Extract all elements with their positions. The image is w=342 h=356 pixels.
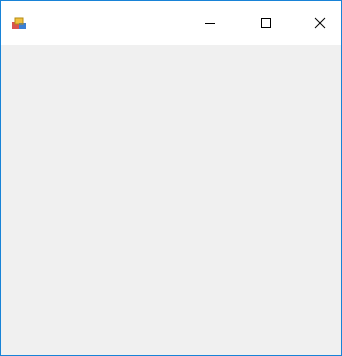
app-window	[0, 0, 342, 356]
minimize-button[interactable]	[187, 1, 233, 45]
client-area	[1, 45, 341, 355]
minimize-icon	[204, 14, 216, 33]
close-icon	[314, 14, 326, 33]
maximize-icon	[260, 14, 272, 33]
title-bar[interactable]	[1, 1, 341, 45]
close-button[interactable]	[299, 1, 341, 45]
app-icon[interactable]	[11, 15, 27, 31]
maximize-button[interactable]	[243, 1, 289, 45]
